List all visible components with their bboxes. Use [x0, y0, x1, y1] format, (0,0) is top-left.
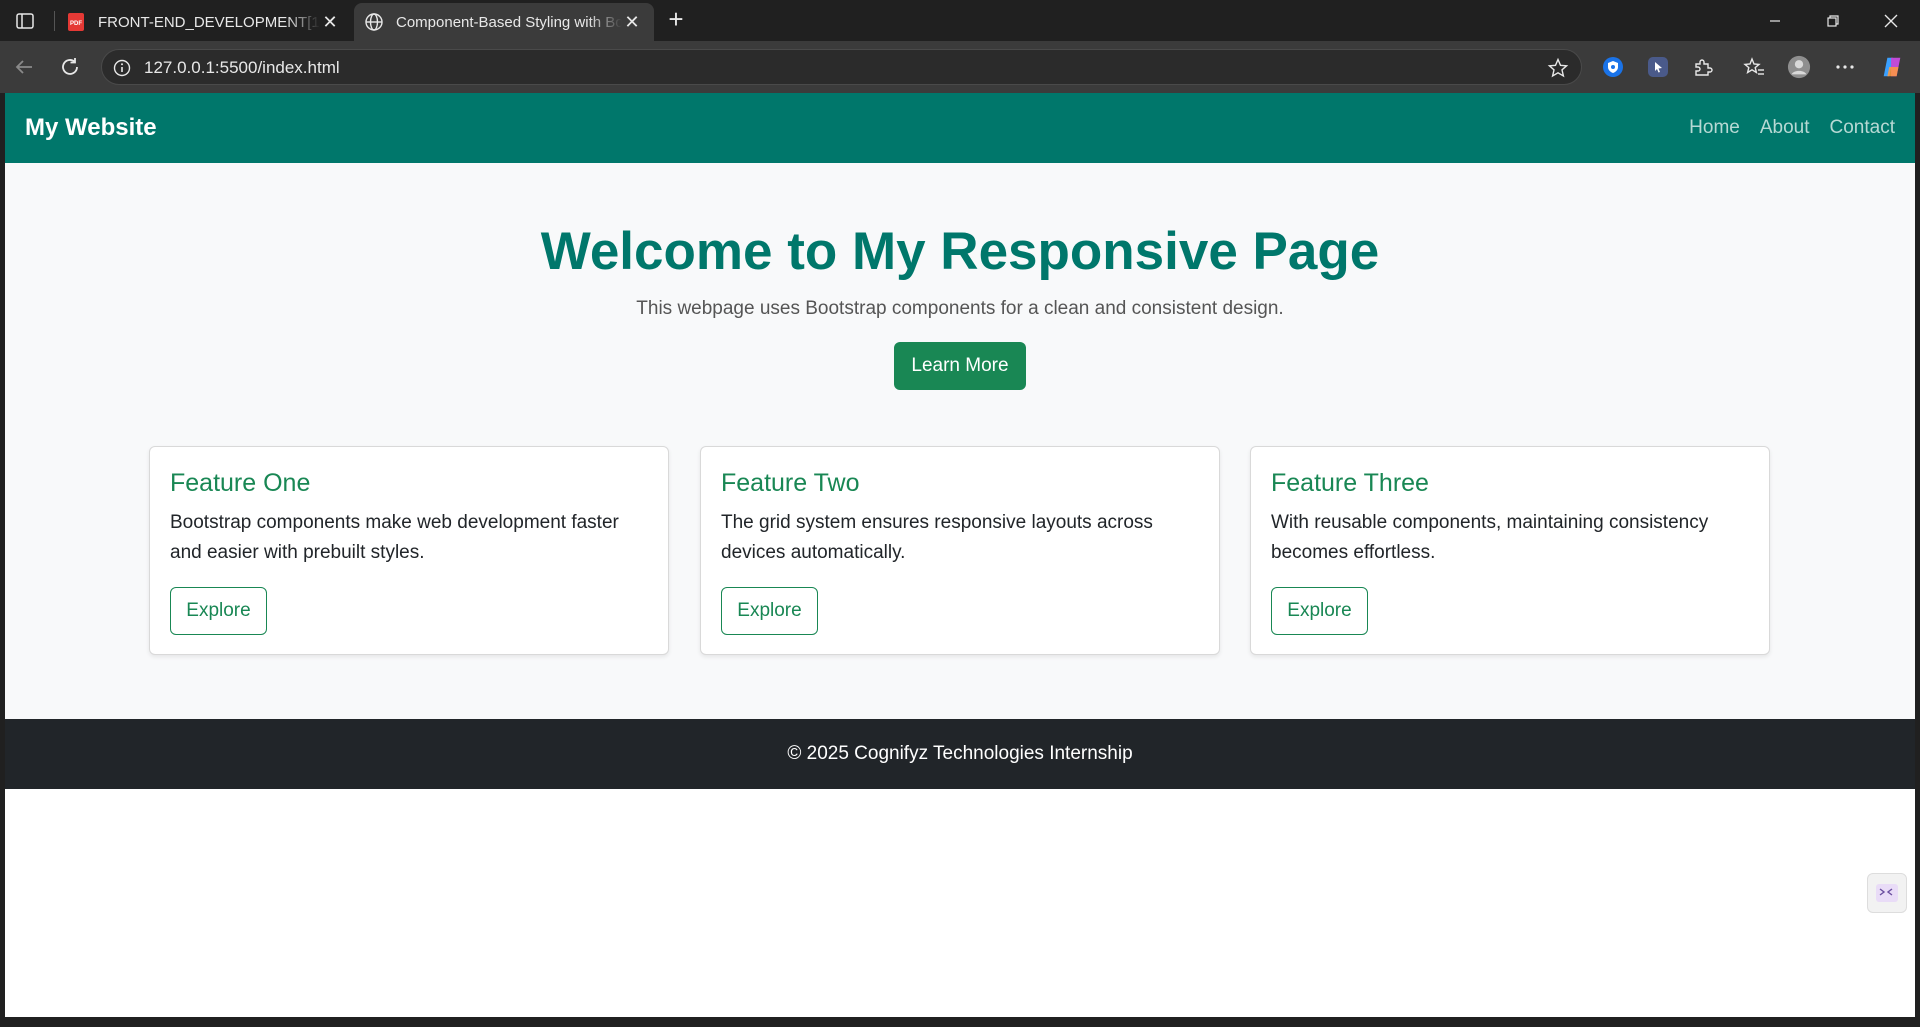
- more-icon[interactable]: [1833, 55, 1857, 79]
- tab-separator: [54, 11, 55, 31]
- close-tab-icon[interactable]: ✕: [320, 12, 340, 32]
- site-navbar: My Website Home About Contact: [5, 93, 1915, 163]
- explore-button[interactable]: Explore: [170, 587, 267, 635]
- restore-icon[interactable]: [1804, 0, 1862, 41]
- explore-button[interactable]: Explore: [721, 587, 818, 635]
- extension-cursor-icon[interactable]: [1646, 55, 1670, 79]
- tab-actions-icon[interactable]: [12, 9, 38, 33]
- learn-more-button[interactable]: Learn More: [894, 342, 1026, 390]
- feature-card-two: Feature Two The grid system ensures resp…: [700, 446, 1220, 655]
- extensions-puzzle-icon[interactable]: [1691, 55, 1715, 79]
- url-text[interactable]: 127.0.0.1:5500/index.html: [144, 58, 340, 78]
- hero-subtitle: This webpage uses Bootstrap components f…: [636, 298, 1284, 319]
- window-bottom-edge: [0, 1017, 1920, 1027]
- profile-icon[interactable]: [1787, 55, 1811, 79]
- page-viewport: My Website Home About Contact Welcome to…: [5, 93, 1915, 1017]
- nav-contact-link[interactable]: Contact: [1830, 117, 1895, 139]
- card-title: Feature Two: [721, 469, 860, 497]
- globe-icon: [364, 12, 384, 32]
- back-icon[interactable]: [8, 51, 40, 83]
- hero-section: Welcome to My Responsive Page This webpa…: [5, 163, 1915, 719]
- tab-title: FRONT-END_DEVELOPMENT[1].pdf: [98, 13, 320, 31]
- nav-links: Home About Contact: [1689, 117, 1895, 139]
- feature-card-three: Feature Three With reusable components, …: [1250, 446, 1770, 655]
- feature-card-one: Feature One Bootstrap components make we…: [149, 446, 669, 655]
- explore-button[interactable]: Explore: [1271, 587, 1368, 635]
- floating-widget-icon[interactable]: [1867, 873, 1907, 913]
- extension-shield-icon[interactable]: [1601, 55, 1625, 79]
- card-title: Feature Three: [1271, 469, 1429, 497]
- star-icon[interactable]: [1547, 57, 1569, 79]
- hero-title: Welcome to My Responsive Page: [540, 222, 1380, 281]
- new-tab-icon[interactable]: +: [662, 6, 690, 34]
- nav-about-link[interactable]: About: [1760, 117, 1810, 139]
- site-footer: © 2025 Cognifyz Technologies Internship: [5, 719, 1915, 789]
- svg-text:PDF: PDF: [70, 21, 82, 27]
- refresh-icon[interactable]: [54, 51, 86, 83]
- card-text: Bootstrap components make web developmen…: [170, 512, 619, 563]
- pdf-icon: PDF: [66, 12, 86, 32]
- nav-home-link[interactable]: Home: [1689, 117, 1740, 139]
- card-text: With reusable components, maintaining co…: [1271, 512, 1709, 563]
- card-title: Feature One: [170, 469, 311, 497]
- close-tab-icon[interactable]: ✕: [622, 12, 642, 32]
- tab-bar: PDF FRONT-END_DEVELOPMENT[1].pdf ✕ Compo…: [0, 0, 1920, 41]
- favorites-icon[interactable]: [1742, 55, 1766, 79]
- address-bar[interactable]: 127.0.0.1:5500/index.html: [101, 49, 1582, 85]
- card-text: The grid system ensures responsive layou…: [721, 512, 1153, 563]
- footer-text: © 2025 Cognifyz Technologies Internship: [787, 743, 1133, 764]
- tab-pdf[interactable]: PDF FRONT-END_DEVELOPMENT[1].pdf ✕: [56, 3, 352, 41]
- info-icon[interactable]: [112, 58, 132, 78]
- tab-title: Component-Based Styling with Bootstrap: [396, 13, 622, 31]
- close-window-icon[interactable]: [1862, 0, 1920, 41]
- browser-toolbar: 127.0.0.1:5500/index.html: [0, 41, 1920, 93]
- copilot-icon[interactable]: [1880, 55, 1904, 79]
- tab-active[interactable]: Component-Based Styling with Bootstrap ✕: [354, 3, 654, 41]
- minimize-icon[interactable]: [1746, 0, 1804, 41]
- brand-link[interactable]: My Website: [25, 114, 157, 142]
